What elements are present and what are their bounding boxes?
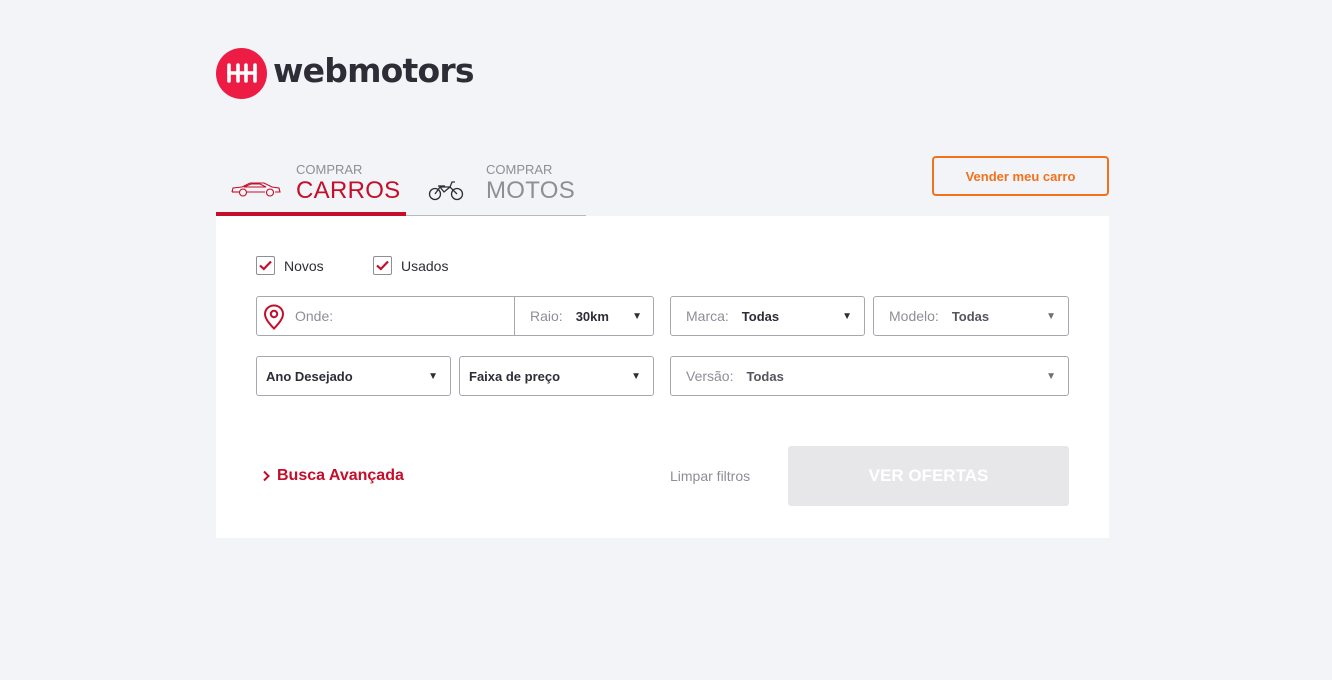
- location-pin-icon: [263, 304, 285, 335]
- price-range-select[interactable]: Faixa de preço ▼: [459, 356, 654, 396]
- chevron-down-icon: ▼: [428, 371, 438, 382]
- chevron-down-icon: ▼: [1046, 371, 1056, 382]
- chevron-right-icon: [263, 470, 270, 482]
- brand-select[interactable]: Marca: Todas ▼: [670, 296, 865, 336]
- brand-label: Marca:: [686, 308, 729, 324]
- chevron-down-icon: ▼: [842, 311, 852, 322]
- checkbox-usados-label: Usados: [401, 257, 449, 274]
- webmotors-logo-icon: [216, 47, 267, 99]
- tab-carros-prefix: COMPRAR: [296, 162, 363, 177]
- tab-motos-prefix: COMPRAR: [486, 162, 553, 177]
- brand-value: Todas: [741, 308, 780, 324]
- checkbox-usados[interactable]: Usados: [373, 256, 448, 275]
- chevron-down-icon: ▼: [632, 311, 642, 322]
- location-input[interactable]: Onde:: [295, 308, 505, 324]
- logo-wordmark: webmotors: [273, 50, 475, 90]
- tab-motos[interactable]: COMPRAR MOTOS: [428, 160, 586, 216]
- tab-motos-label: MOTOS: [486, 177, 576, 204]
- advanced-search-label: Busca Avançada: [277, 467, 404, 484]
- chevron-down-icon: ▼: [1046, 311, 1056, 322]
- price-range-value: Faixa de preço: [469, 368, 561, 384]
- model-select[interactable]: Modelo: Todas ▼: [873, 296, 1069, 336]
- year-select[interactable]: Ano Desejado ▼: [256, 356, 451, 396]
- motorcycle-icon: [428, 178, 464, 207]
- radius-label: Raio:: [530, 308, 563, 324]
- advanced-search-link[interactable]: Busca Avançada: [262, 467, 404, 485]
- checkmark-icon: [376, 260, 389, 271]
- version-label: Versão:: [686, 368, 734, 384]
- tab-carros-label: CARROS: [296, 177, 401, 204]
- checkbox-novos[interactable]: Novos: [256, 256, 324, 275]
- version-value: Todas: [746, 368, 784, 384]
- radius-value: 30km: [575, 308, 609, 324]
- location-radius-group: Onde: Raio: 30km ▼: [256, 296, 654, 336]
- tab-carros[interactable]: COMPRAR CARROS: [216, 160, 406, 216]
- checkbox-novos-box[interactable]: [256, 256, 275, 275]
- radius-select[interactable]: Raio: 30km ▼: [515, 297, 654, 335]
- vehicle-type-tabs: COMPRAR CARROS COMPRAR MOTOS: [216, 160, 586, 216]
- webmotors-logo[interactable]: webmotors: [216, 47, 475, 99]
- car-icon: [230, 180, 282, 203]
- model-value: Todas: [951, 308, 990, 324]
- sell-car-button[interactable]: Vender meu carro: [932, 156, 1109, 196]
- year-value: Ano Desejado: [266, 368, 353, 384]
- clear-filters-link[interactable]: Limpar filtros: [670, 468, 750, 484]
- checkbox-novos-label: Novos: [284, 257, 324, 274]
- checkbox-usados-box[interactable]: [373, 256, 392, 275]
- version-select[interactable]: Versão: Todas ▼: [670, 356, 1069, 396]
- see-offers-button[interactable]: VER OFERTAS: [788, 446, 1069, 506]
- checkmark-icon: [259, 260, 272, 271]
- search-panel: Novos Usados Onde: Raio: 30km ▼ Marca: T…: [216, 216, 1109, 538]
- chevron-down-icon: ▼: [631, 371, 641, 382]
- model-label: Modelo:: [889, 308, 939, 324]
